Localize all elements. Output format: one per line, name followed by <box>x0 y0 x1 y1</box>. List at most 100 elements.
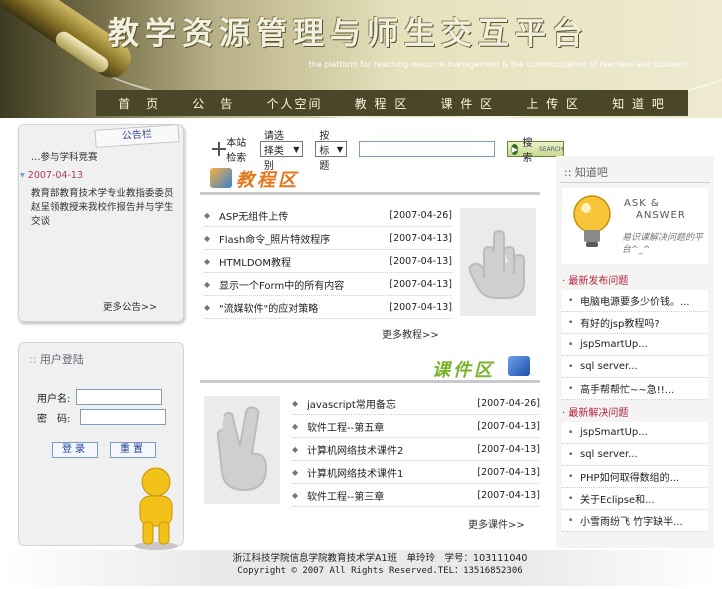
ask-answer-box[interactable]: ASK & ANSWER 易识课解决问题的平台^_^ <box>562 188 708 264</box>
list-item[interactable]: ◆ 软件工程--第五章 [2007-04-13] <box>292 415 540 438</box>
solved-questions-list: • jspSmartUp... • sql server... • PHP如何取得数组… <box>562 422 708 532</box>
question-item[interactable]: • sql server... <box>562 444 708 466</box>
question-text[interactable]: 小雪雨纷飞 竹字缺半... <box>580 513 683 528</box>
login-title-text: 用户登陆 <box>39 353 84 366</box>
bullet-icon: • <box>568 493 574 504</box>
main-nav: 首 页 公 告 个人空间 教 程 区 课 件 区 上 传 区 知 道 吧 <box>96 90 688 116</box>
item-title[interactable]: 软件工程--第五章 <box>307 419 470 434</box>
login-button[interactable]: 登录 <box>52 442 98 458</box>
footer: 浙江科技学院信息学院教育技术学A1班 单玲玲 学号：103111040 Copy… <box>180 552 580 578</box>
item-title[interactable]: 计算机网络技术课件1 <box>307 465 470 480</box>
item-title[interactable]: ASP无组件上传 <box>219 208 382 223</box>
nav-upload[interactable]: 上 传 区 <box>526 95 580 112</box>
item-title[interactable]: 显示一个Form中的所有内容 <box>219 277 382 292</box>
field-select[interactable]: 按标题 ▼ <box>315 131 348 172</box>
question-text[interactable]: 高手帮帮忙~~急!!... <box>580 381 674 396</box>
list-item[interactable]: ◆ "流媒软件"的应对策略 [2007-04-13] <box>204 296 452 319</box>
zhidao-column: :: 知道吧 ASK & ANSWER 易识课解决问题的平台^_^ 最新发布问题… <box>556 156 714 548</box>
item-date: [2007-04-26] <box>389 209 452 221</box>
nav-zhidao[interactable]: 知 道 吧 <box>612 95 666 112</box>
list-item[interactable]: ◆ 计算机网络技术课件2 [2007-04-13] <box>292 438 540 461</box>
list-item[interactable]: ◆ 显示一个Form中的所有内容 [2007-04-13] <box>204 273 452 296</box>
question-text[interactable]: PHP如何取得数组的... <box>580 469 679 484</box>
question-item[interactable]: • 电脑电源要多少价钱。... <box>562 290 708 312</box>
search-input[interactable] <box>359 141 496 157</box>
search-button-en: SEARCH <box>539 145 564 153</box>
item-title[interactable]: Flash命令_照片特效程序 <box>219 231 382 246</box>
site-subtitle: the platform for teaching resource manag… <box>308 60 688 69</box>
password-input[interactable] <box>80 409 167 425</box>
nav-courseware[interactable]: 课 件 区 <box>441 95 495 112</box>
question-text[interactable]: jspSmartUp... <box>580 427 648 438</box>
field-select-value: 按标题 <box>319 130 330 172</box>
search-button-label: 搜索 <box>522 138 533 164</box>
list-item[interactable]: ◆ javascript常用备忘 [2007-04-26] <box>292 392 540 415</box>
center-column: 本站检索 请选择类别 ▼ 按标题 ▼ ▶ 搜索 SEARCH 教程区 ◆ ASP无组件上传… <box>192 124 565 548</box>
question-text[interactable]: 电脑电源要多少价钱。... <box>580 293 690 308</box>
ask-title-line1: ASK & <box>624 198 660 209</box>
ask-answer-desc: 易识课解决问题的平台^_^ <box>622 233 704 255</box>
courseware-title: 课件区 <box>432 360 495 381</box>
courseware-list: ◆ javascript常用备忘 [2007-04-26] ◆ 软件工程--第五章 [2… <box>292 392 540 507</box>
bullet-icon: • <box>568 361 574 372</box>
bullet-icon: • <box>568 427 574 438</box>
category-select[interactable]: 请选择类别 ▼ <box>259 131 304 172</box>
list-item[interactable]: ◆ HTMLDOM教程 [2007-04-13] <box>204 250 452 273</box>
bullet-icon: • <box>568 339 574 350</box>
item-date: [2007-04-13] <box>389 232 452 244</box>
nav-home[interactable]: 首 页 <box>118 95 160 112</box>
question-item[interactable]: • sql server... <box>562 356 708 378</box>
question-item[interactable]: • 高手帮帮忙~~急!!... <box>562 378 708 400</box>
diamond-bullet-icon: ◆ <box>204 279 211 289</box>
book-icon <box>210 168 232 188</box>
bullet-icon: • <box>568 449 574 460</box>
username-input[interactable] <box>76 389 163 405</box>
diamond-bullet-icon: ◆ <box>204 233 211 243</box>
search-bar: 本站检索 请选择类别 ▼ 按标题 ▼ ▶ 搜索 SEARCH <box>212 131 565 172</box>
notice-partial-text[interactable]: …参与学科竞赛 <box>31 151 177 165</box>
nav-tutorials[interactable]: 教 程 区 <box>355 95 409 112</box>
nav-notice[interactable]: 公 告 <box>192 95 234 112</box>
site-title: 教学资源管理与师生交互平台 <box>108 16 589 52</box>
more-tutorials-link[interactable]: 更多教程>> <box>382 326 439 341</box>
item-date: [2007-04-13] <box>389 301 452 313</box>
notice-panel: 公告栏 …参与学科竞赛 2007-04-13 教育部教育技术学专业教指委委员赵呈… <box>18 124 184 322</box>
diamond-bullet-icon: ◆ <box>204 210 211 220</box>
header-banner: 教学资源管理与师生交互平台 the platform for teaching … <box>0 0 722 118</box>
question-item[interactable]: • 有好的jsp教程吗? <box>562 312 708 334</box>
item-title[interactable]: 软件工程--第三章 <box>307 488 470 503</box>
item-title[interactable]: HTMLDOM教程 <box>219 254 382 269</box>
question-text[interactable]: 关于Eclipse和... <box>580 491 655 506</box>
diamond-bullet-icon: ◆ <box>292 421 299 431</box>
question-item[interactable]: • jspSmartUp... <box>562 422 708 444</box>
question-text[interactable]: 有好的jsp教程吗? <box>580 315 660 330</box>
item-date: [2007-04-26] <box>477 397 540 409</box>
tutorials-list: ◆ ASP无组件上传 [2007-04-26] ◆ Flash命令_照片特效程序 [20… <box>204 204 452 319</box>
search-button[interactable]: ▶ 搜索 SEARCH <box>507 138 565 164</box>
bullet-icon: • <box>568 295 574 306</box>
list-item[interactable]: ◆ Flash命令_照片特效程序 [2007-04-13] <box>204 227 452 250</box>
question-item[interactable]: • 小雪雨纷飞 竹字缺半... <box>562 510 708 532</box>
question-text[interactable]: jspSmartUp... <box>580 339 648 350</box>
question-item[interactable]: • PHP如何取得数组的... <box>562 466 708 488</box>
item-title[interactable]: 计算机网络技术课件2 <box>307 442 470 457</box>
question-text[interactable]: sql server... <box>580 361 638 372</box>
list-item[interactable]: ◆ ASP无组件上传 [2007-04-26] <box>204 204 452 227</box>
item-title[interactable]: "流媒软件"的应对策略 <box>219 300 382 315</box>
item-date: [2007-04-13] <box>477 489 540 501</box>
list-item[interactable]: ◆ 计算机网络技术课件1 [2007-04-13] <box>292 461 540 484</box>
reset-button[interactable]: 重置 <box>110 442 156 458</box>
question-item[interactable]: • 关于Eclipse和... <box>562 488 708 510</box>
crosshair-icon <box>212 142 227 156</box>
question-text[interactable]: sql server... <box>580 449 638 460</box>
notice-text[interactable]: 教育部教育技术学专业教指委委员赵呈领教授来我校作报告并与学生交谈 <box>31 187 177 229</box>
more-courseware-link[interactable]: 更多课件>> <box>468 516 525 531</box>
username-row: 用户名: <box>37 389 163 405</box>
question-item[interactable]: • jspSmartUp... <box>562 334 708 356</box>
more-notices-link[interactable]: 更多公告>> <box>103 299 157 313</box>
divider <box>560 182 710 183</box>
item-title[interactable]: javascript常用备忘 <box>307 396 470 411</box>
nav-personal-space[interactable]: 个人空间 <box>267 95 323 112</box>
diamond-bullet-icon: ◆ <box>292 398 299 408</box>
list-item[interactable]: ◆ 软件工程--第三章 [2007-04-13] <box>292 484 540 507</box>
